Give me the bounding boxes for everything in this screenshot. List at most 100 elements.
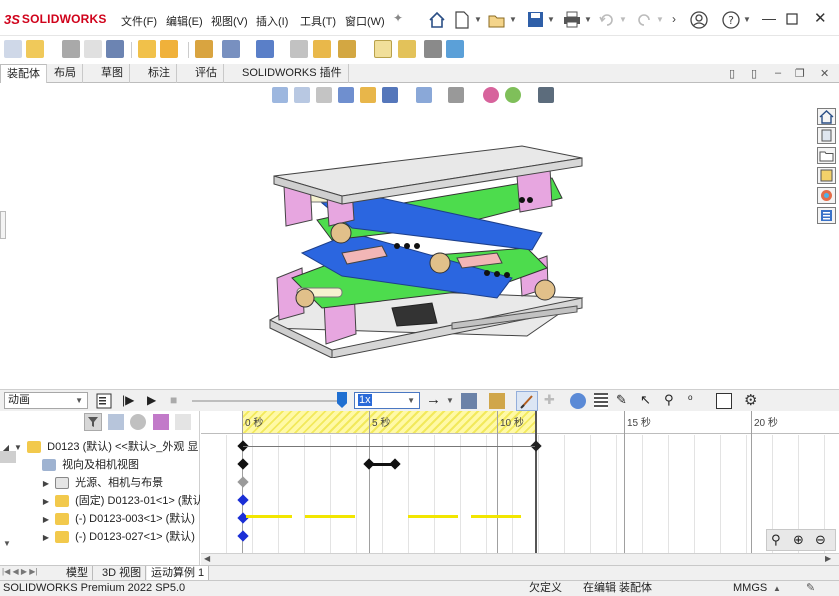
task-pane-resources-icon[interactable] (817, 127, 836, 144)
view-orientation-icon[interactable] (382, 87, 398, 103)
gravity-icon[interactable]: ⚲ (664, 392, 674, 408)
chevron-down-icon[interactable]: ▼ (743, 15, 751, 24)
feature-manager-collapse-handle[interactable] (0, 211, 6, 239)
expand-arrow-icon[interactable]: ▶ (40, 475, 52, 492)
calculate-icon[interactable] (96, 393, 112, 409)
hide-show-items-icon[interactable] (448, 87, 464, 103)
save-animation-icon[interactable] (461, 393, 477, 409)
panel-right-icon[interactable]: ▯ (751, 67, 757, 80)
filter-results-icon[interactable] (175, 414, 191, 430)
solidworks-logo[interactable]: 3S SOLIDWORKS (4, 10, 107, 28)
instant-3d-icon[interactable] (374, 40, 392, 58)
zoom-out-icon[interactable]: ⊖ (815, 532, 826, 548)
filter-selected-icon[interactable] (153, 414, 169, 430)
contact-icon[interactable]: ✎ (616, 392, 627, 408)
new-motion-study-icon[interactable] (290, 40, 308, 58)
task-pane-file-explorer-icon[interactable] (817, 147, 836, 164)
tab-layout[interactable]: 布局 (48, 64, 83, 83)
new-document-icon[interactable] (454, 11, 470, 29)
linear-pattern-icon[interactable] (106, 40, 124, 58)
filter-driving-icon[interactable] (130, 414, 146, 430)
spring-icon[interactable] (594, 393, 608, 409)
tree-item-root[interactable]: ◢ ▼ D0123 (默认) <<默认>_外观 显 (0, 438, 200, 456)
scroll-down-icon[interactable]: ▼ (3, 539, 11, 548)
tree-item-part[interactable]: ▶ (-) D0123-027<1> (默认) (0, 528, 200, 546)
chevron-down-icon[interactable]: ▼ (584, 15, 592, 24)
chevron-down-icon[interactable]: ▼ (509, 15, 517, 24)
doc-minimize-icon[interactable]: – (775, 67, 781, 79)
panel-left-icon[interactable]: ▯ (729, 67, 735, 80)
tab-evaluate[interactable]: 评估 (189, 64, 224, 83)
motion-timeline[interactable]: 0 秒 5 秒 10 秒 15 秒 20 秒 ◀ ▶ ⚲ ⊕ ⊖ (201, 411, 839, 565)
tab-model[interactable]: 模型 (62, 566, 93, 581)
edit-appearance-icon[interactable] (483, 87, 499, 103)
zoom-in-icon[interactable]: ⊕ (793, 532, 804, 548)
help-icon[interactable]: ? (722, 11, 740, 29)
menu-view[interactable]: 视图(V) (211, 13, 248, 29)
edit-component-icon[interactable] (4, 40, 22, 58)
autokey-toggle[interactable] (516, 391, 538, 411)
dynamic-annotation-icon[interactable] (360, 87, 376, 103)
playback-speed-slider[interactable] (337, 392, 347, 408)
maximize-icon[interactable] (786, 13, 798, 25)
add-update-key-icon[interactable]: ✚ (544, 392, 555, 408)
user-account-icon[interactable] (690, 11, 708, 29)
apply-scene-icon[interactable] (505, 87, 521, 103)
graphics-viewport[interactable] (0, 83, 839, 389)
chevron-down-icon[interactable]: ▼ (547, 15, 555, 24)
move-component-icon[interactable] (160, 40, 178, 58)
minimize-icon[interactable]: — (762, 10, 776, 26)
zoom-to-fit-icon[interactable]: ⚲ (771, 532, 781, 548)
show-hidden-icon[interactable] (195, 40, 213, 58)
chevron-up-icon[interactable]: ▲ (773, 581, 781, 596)
exploded-view-icon[interactable] (338, 40, 356, 58)
take-snapshot-icon[interactable] (424, 40, 442, 58)
quick-tips-icon[interactable]: ✎ (806, 581, 815, 596)
menu-window[interactable]: 窗口(W) (345, 13, 385, 29)
filter-animated-icon[interactable] (108, 414, 124, 430)
scroll-left-icon[interactable]: ◀ (204, 554, 210, 563)
component-preview-icon[interactable] (84, 40, 102, 58)
filter-icon[interactable] (84, 413, 102, 431)
force-icon[interactable]: ↖ (640, 392, 651, 408)
tab-assembly[interactable]: 装配体 (0, 64, 47, 83)
first-tab-icon[interactable]: |◀ ◀ ▶ ▶| (2, 567, 37, 576)
doc-restore-icon[interactable]: ❐ (795, 67, 805, 80)
menu-insert[interactable]: 插入(I) (256, 13, 288, 29)
tab-3d-views[interactable]: 3D 视图 (98, 566, 147, 581)
task-pane-view-palette-icon[interactable] (817, 167, 836, 184)
results-plots-icon[interactable]: ᵒ (688, 392, 693, 406)
task-pane-custom-properties-icon[interactable] (817, 207, 836, 224)
chevron-down-icon[interactable]: ▼ (446, 396, 454, 405)
menu-file[interactable]: 文件(F) (121, 13, 157, 29)
doc-close-icon[interactable]: ✕ (820, 67, 829, 80)
section-view-icon[interactable] (338, 87, 354, 103)
tab-sketch[interactable]: 草图 (95, 64, 130, 83)
tree-scroll-thumb[interactable] (0, 451, 16, 463)
scissor-lift-model[interactable] (262, 138, 592, 358)
pin-icon[interactable]: ✦ (393, 11, 403, 25)
menu-tools[interactable]: 工具(T) (300, 13, 336, 29)
animation-wizard-icon[interactable] (489, 393, 505, 409)
motion-study-properties-icon[interactable] (716, 393, 732, 409)
tree-item-part[interactable]: ▶ (固定) D0123-01<1> (默认 (0, 492, 200, 510)
time-bar[interactable] (535, 411, 537, 553)
tab-markup[interactable]: 标注 (142, 64, 177, 83)
previous-view-icon[interactable] (316, 87, 332, 103)
expand-arrow-icon[interactable]: ▶ (40, 529, 52, 546)
reference-geometry-icon[interactable] (256, 40, 274, 58)
redo-icon[interactable] (636, 12, 652, 28)
study-type-select[interactable]: 动画 ▼ (4, 392, 88, 409)
task-pane-home-icon[interactable] (817, 108, 836, 125)
play-icon[interactable]: ▶ (147, 393, 156, 407)
smart-fasteners-icon[interactable] (138, 40, 156, 58)
tree-item-lights[interactable]: ▶ 光源、相机与布景 (0, 474, 200, 492)
zoom-to-fit-icon[interactable] (272, 87, 288, 103)
expand-arrow-icon[interactable]: ▶ (40, 511, 52, 528)
update-speedpak-icon[interactable] (398, 40, 416, 58)
zoom-to-area-icon[interactable] (294, 87, 310, 103)
open-folder-icon[interactable] (488, 11, 506, 29)
large-assembly-mode-icon[interactable] (446, 40, 464, 58)
motor-icon[interactable] (570, 393, 586, 409)
print-icon[interactable] (563, 11, 581, 28)
